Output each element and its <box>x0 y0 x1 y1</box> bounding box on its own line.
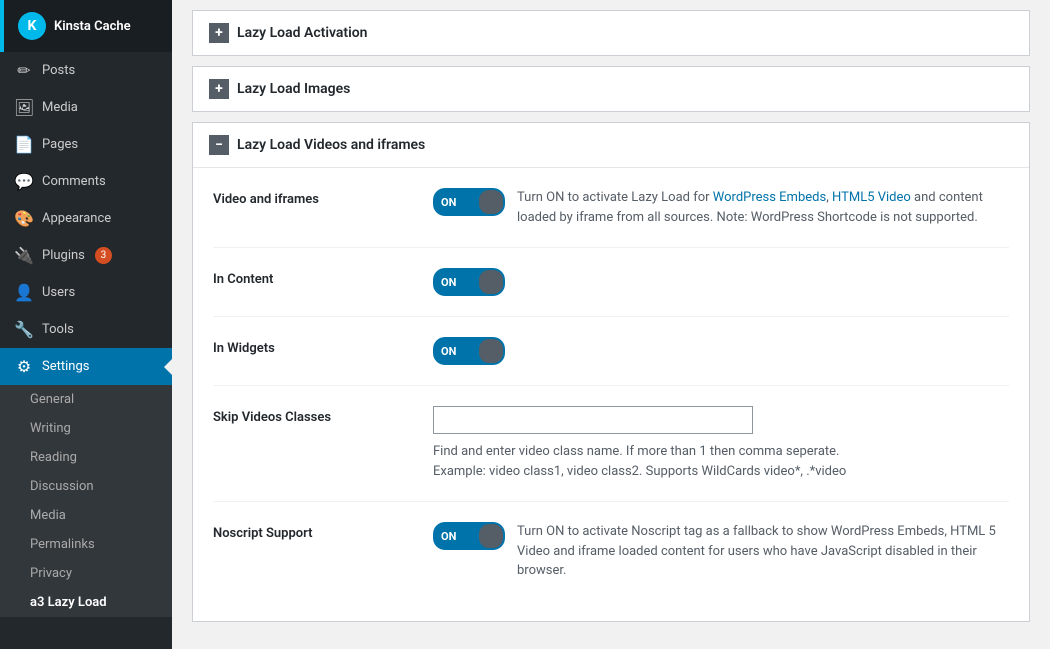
comments-icon: 💬 <box>14 172 34 191</box>
sidebar-item-tools[interactable]: 🔧 Tools <box>0 311 172 348</box>
setting-noscript: Noscript Support ON Turn ON to activate … <box>213 502 1009 601</box>
in-content-label: In Content <box>213 268 413 287</box>
video-iframes-toggle-label: ON <box>441 196 456 209</box>
in-widgets-toggle-on[interactable]: ON <box>433 337 505 365</box>
skip-videos-input[interactable] <box>433 406 753 434</box>
sidebar-item-pages[interactable]: 📄 Pages <box>0 126 172 163</box>
sidebar-item-users[interactable]: 👤 Users <box>0 274 172 311</box>
posts-icon: ✏ <box>14 61 34 80</box>
sidebar-item-appearance[interactable]: 🎨 Appearance <box>0 200 172 237</box>
setting-video-iframes: Video and iframes ON Turn ON to activate… <box>213 168 1009 248</box>
sidebar-item-label: Tools <box>42 322 74 337</box>
sidebar-item-posts[interactable]: ✏ Posts <box>0 52 172 89</box>
section-lazy-load-videos: − Lazy Load Videos and iframes Video and… <box>192 122 1030 622</box>
videos-toggle-icon[interactable]: − <box>209 135 229 155</box>
html5-video-link[interactable]: HTML5 Video <box>832 190 911 205</box>
noscript-control: ON Turn ON to activate Noscript tag as a… <box>433 522 1009 581</box>
sub-menu-a3-lazy-load[interactable]: a3 Lazy Load <box>0 588 172 617</box>
in-widgets-toggle-label: ON <box>441 345 456 358</box>
activation-toggle-icon[interactable]: + <box>209 23 229 43</box>
in-widgets-label: In Widgets <box>213 337 413 356</box>
sidebar-item-label: Pages <box>42 137 78 152</box>
sub-menu-reading[interactable]: Reading <box>0 443 172 472</box>
appearance-icon: 🎨 <box>14 209 34 228</box>
in-widgets-toggle-thumb <box>479 339 503 363</box>
sidebar-item-comments[interactable]: 💬 Comments <box>0 163 172 200</box>
noscript-toggle-on[interactable]: ON <box>433 522 505 550</box>
pages-icon: 📄 <box>14 135 34 154</box>
users-icon: 👤 <box>14 283 34 302</box>
section-activation-header[interactable]: + Lazy Load Activation <box>193 11 1029 55</box>
video-iframes-toggle[interactable]: ON <box>433 188 505 216</box>
in-widgets-control: ON <box>433 337 1009 365</box>
sub-menu-writing[interactable]: Writing <box>0 414 172 443</box>
videos-section-content: Video and iframes ON Turn ON to activate… <box>193 167 1029 621</box>
noscript-desc: Turn ON to activate Noscript tag as a fa… <box>517 522 1009 581</box>
media-icon: 🖼 <box>14 98 34 117</box>
section-videos-header[interactable]: − Lazy Load Videos and iframes <box>193 123 1029 167</box>
sidebar-logo[interactable]: K Kinsta Cache <box>0 0 172 52</box>
setting-in-content: In Content ON <box>213 248 1009 317</box>
sidebar-item-media[interactable]: 🖼 Media <box>0 89 172 126</box>
in-content-toggle[interactable]: ON <box>433 268 505 296</box>
setting-in-widgets: In Widgets ON <box>213 317 1009 386</box>
sidebar-item-plugins[interactable]: 🔌 Plugins 3 <box>0 237 172 274</box>
sidebar-item-label: Settings <box>42 359 89 374</box>
video-iframes-toggle-on[interactable]: ON <box>433 188 505 216</box>
sidebar-item-settings[interactable]: ⚙ Settings <box>0 348 172 385</box>
settings-sub-menu: General Writing Reading Discussion Media… <box>0 385 172 617</box>
wordpress-embeds-link[interactable]: WordPress Embeds <box>713 190 826 205</box>
video-iframes-control: ON Turn ON to activate Lazy Load for Wor… <box>433 188 1009 227</box>
skip-videos-desc: Find and enter video class name. If more… <box>433 442 846 481</box>
in-content-toggle-on[interactable]: ON <box>433 268 505 296</box>
sidebar-item-label: Comments <box>42 174 106 189</box>
images-toggle-icon[interactable]: + <box>209 79 229 99</box>
sub-menu-privacy[interactable]: Privacy <box>0 559 172 588</box>
sidebar-item-label: Appearance <box>42 211 111 226</box>
noscript-toggle-label: ON <box>441 530 456 543</box>
kinsta-logo-icon: K <box>18 12 46 40</box>
section-lazy-load-images: + Lazy Load Images <box>192 66 1030 112</box>
plugins-badge: 3 <box>95 247 112 264</box>
sub-menu-permalinks[interactable]: Permalinks <box>0 530 172 559</box>
video-iframes-label: Video and iframes <box>213 188 413 207</box>
settings-icon: ⚙ <box>14 357 34 376</box>
sidebar-item-label: Media <box>42 100 78 115</box>
sidebar-logo-text: Kinsta Cache <box>54 19 131 34</box>
noscript-label: Noscript Support <box>213 522 413 541</box>
sub-menu-discussion[interactable]: Discussion <box>0 472 172 501</box>
in-content-toggle-label: ON <box>441 276 456 289</box>
noscript-toggle[interactable]: ON <box>433 522 505 550</box>
sub-menu-media[interactable]: Media <box>0 501 172 530</box>
section-lazy-load-activation: + Lazy Load Activation <box>192 10 1030 56</box>
sidebar-item-label: Plugins <box>42 248 85 263</box>
video-iframes-desc: Turn ON to activate Lazy Load for WordPr… <box>517 188 1009 227</box>
sidebar: K Kinsta Cache ✏ Posts 🖼 Media 📄 Pages 💬… <box>0 0 172 649</box>
images-title: Lazy Load Images <box>237 81 350 97</box>
in-content-toggle-thumb <box>479 270 503 294</box>
settings-arrow <box>164 359 172 375</box>
section-images-header[interactable]: + Lazy Load Images <box>193 67 1029 111</box>
video-iframes-toggle-thumb <box>479 190 503 214</box>
plugins-icon: 🔌 <box>14 246 34 265</box>
noscript-toggle-thumb <box>479 524 503 548</box>
skip-videos-control: Find and enter video class name. If more… <box>433 406 1009 481</box>
activation-title: Lazy Load Activation <box>237 25 367 41</box>
sidebar-item-label: Users <box>42 285 75 300</box>
sub-menu-general[interactable]: General <box>0 385 172 414</box>
videos-title: Lazy Load Videos and iframes <box>237 137 425 153</box>
tools-icon: 🔧 <box>14 320 34 339</box>
setting-skip-videos: Skip Videos Classes Find and enter video… <box>213 386 1009 502</box>
main-content: + Lazy Load Activation + Lazy Load Image… <box>172 0 1050 649</box>
in-content-control: ON <box>433 268 1009 296</box>
sidebar-item-label: Posts <box>42 63 75 78</box>
skip-videos-label: Skip Videos Classes <box>213 406 413 425</box>
in-widgets-toggle[interactable]: ON <box>433 337 505 365</box>
